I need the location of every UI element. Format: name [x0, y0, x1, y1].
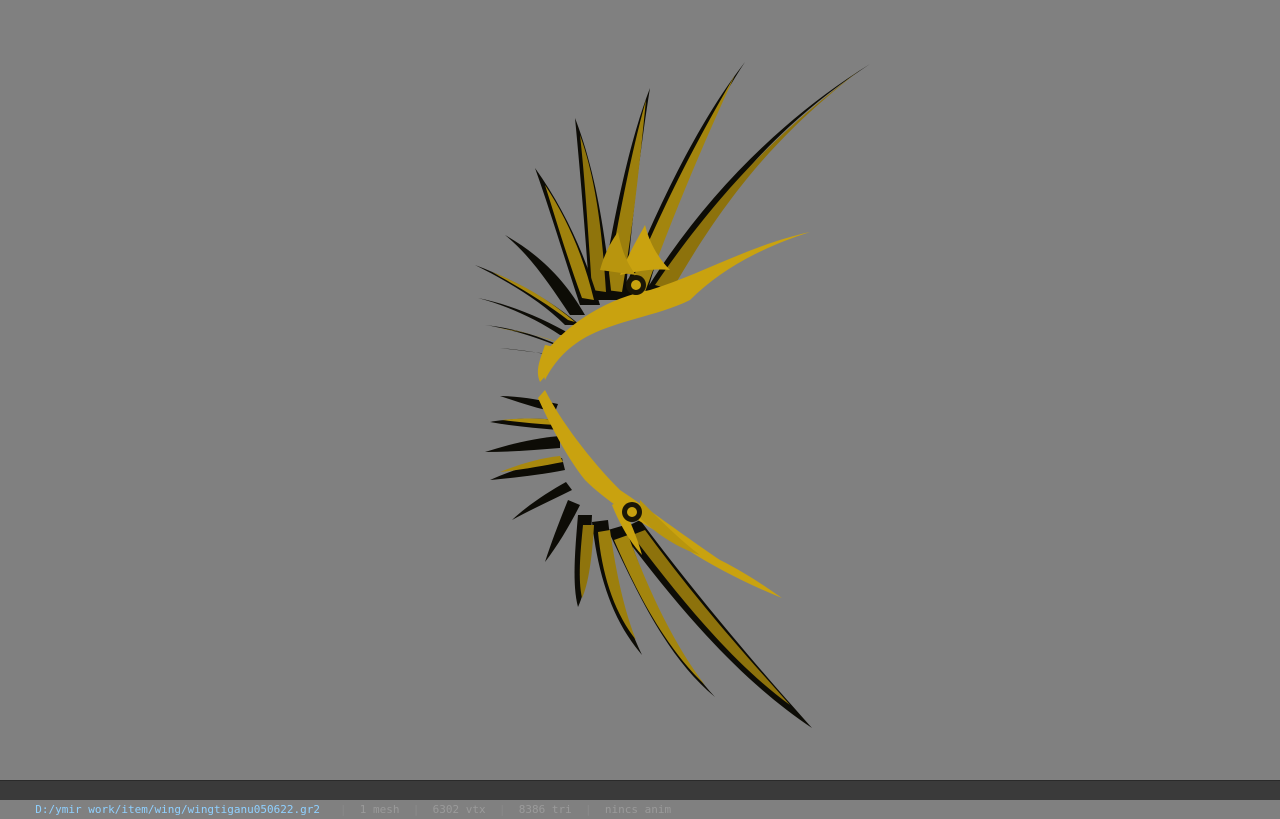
3d-viewport[interactable] [0, 0, 1280, 780]
animation-status: nincs anim [604, 803, 672, 816]
upper-wing [475, 62, 870, 382]
lower-wing [485, 390, 812, 728]
file-path: D:/ymir work/item/wing/wingtiganu050622.… [35, 803, 321, 816]
wing-model [475, 62, 870, 728]
triangle-count: 8386 tri [518, 803, 572, 816]
separator: | [585, 803, 592, 816]
separator: | [498, 803, 506, 816]
status-bar: D:/ymir work/item/wing/wingtiganu050622.… [0, 780, 1280, 816]
mesh-count: 1 mesh [359, 803, 400, 816]
separator: | [412, 803, 420, 816]
vertex-count: 6302 vtx [432, 803, 486, 816]
separator: | [339, 803, 347, 816]
